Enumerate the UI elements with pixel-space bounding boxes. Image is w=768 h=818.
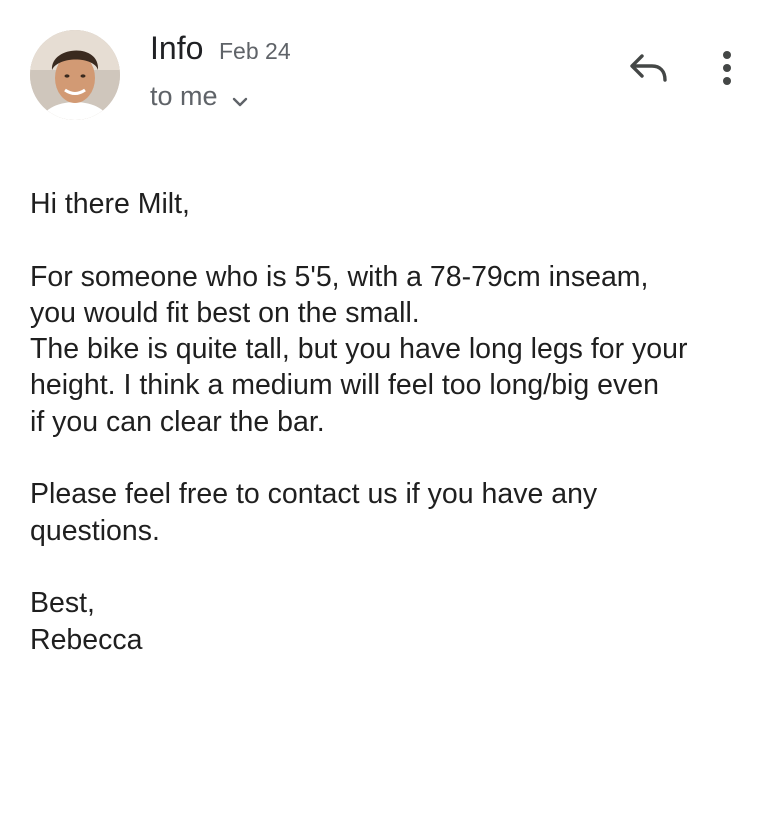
more-vert-icon (723, 51, 731, 85)
reply-button[interactable] (628, 50, 670, 88)
body-paragraph-2: Please feel free to contact us if you ha… (30, 478, 598, 547)
greeting: Hi there Milt, (30, 188, 190, 220)
sender-name[interactable]: Info (150, 28, 203, 68)
email-body: Hi there Milt, For someone who is 5'5, w… (30, 186, 750, 658)
reply-icon (630, 54, 667, 82)
more-options-button[interactable] (712, 48, 742, 88)
chevron-down-icon (230, 86, 250, 107)
email-header: Info Feb 24 to me (0, 0, 768, 140)
avatar-photo-icon (30, 30, 120, 120)
closing: Best, (30, 587, 95, 620)
sender-avatar[interactable] (30, 30, 120, 120)
signature: Rebecca (30, 623, 143, 656)
email-date: Feb 24 (219, 38, 291, 64)
body-paragraph-1: For someone who is 5'5, with a 78-79cm i… (30, 260, 688, 438)
recipient-toggle[interactable]: to me (150, 79, 250, 113)
recipient-label: to me (150, 81, 218, 111)
